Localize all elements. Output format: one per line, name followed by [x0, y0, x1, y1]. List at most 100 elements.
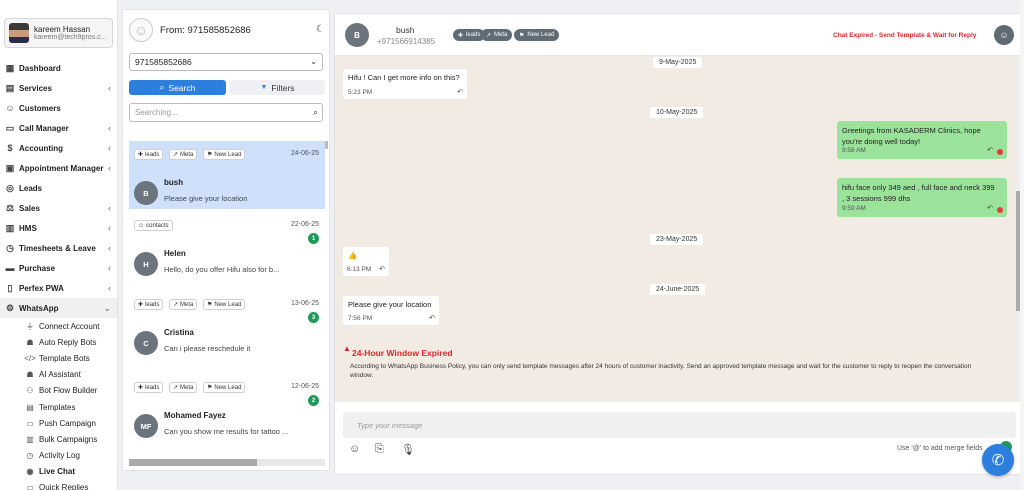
sidebar-subitem-connect-account[interactable]: ⏚ Connect Account	[0, 318, 117, 334]
purchase-icon: ▬	[5, 263, 15, 273]
sidebar-subitem-label: Push Campaign	[39, 418, 96, 428]
leads-icon: ◎	[6, 182, 14, 193]
reply-icon[interactable]: ↶	[429, 314, 435, 322]
customers-icon: ☺	[5, 103, 15, 113]
flag-icon: ⚑	[207, 302, 213, 308]
date-separator: 9-May-2025	[653, 57, 703, 68]
chat-tag: ⚑ New Lead	[203, 299, 246, 310]
message-incoming: Please give your location 7:56 PM ↶	[343, 296, 439, 325]
header-tag-meta: ↗ Meta	[481, 29, 513, 41]
sidebar-item-label: Perfex PWA	[19, 283, 64, 293]
sidebar-subitem-activity-log[interactable]: ◷ Activity Log	[0, 448, 117, 464]
horizontal-scrollbar-thumb[interactable]	[129, 459, 257, 466]
reply-icon[interactable]: ↶	[987, 203, 993, 214]
external-link-icon: ↗	[173, 302, 179, 308]
whatsapp-icon: ⚙	[5, 302, 15, 313]
contact-avatar: B	[345, 23, 369, 47]
sidebar-subitem-template-bots[interactable]: </> Template Bots	[0, 350, 117, 366]
sidebar-item-sales[interactable]: ⚖ Sales ‹	[0, 198, 117, 218]
sidebar-item-accounting[interactable]: $ Accounting ‹	[0, 138, 117, 158]
message-input[interactable]	[343, 412, 1016, 438]
sidebar-item-label: Purchase	[19, 263, 56, 273]
unread-count-badge: 3	[308, 312, 319, 323]
chevron-left-icon: ‹	[108, 223, 111, 233]
chat-last-message: Hello, do you offer Hifu also for b...	[164, 265, 280, 274]
avatar	[9, 23, 29, 43]
message-time: 5:23 PM	[348, 89, 373, 96]
sidebar-item-call-manager[interactable]: ▭ Call Manager ‹	[0, 118, 117, 138]
sidebar-item-appointment-manager[interactable]: ▣ Appointment Manager ‹	[0, 158, 117, 178]
chevron-left-icon: ‹	[108, 163, 111, 173]
microphone-icon[interactable]: 🎙	[401, 443, 415, 456]
sidebar-subitem-ai-assistant[interactable]: ☗ AI Assistant	[0, 367, 117, 383]
horizontal-scrollbar[interactable]	[129, 459, 325, 466]
message-text: Hifu ! Can I get more info on this?	[348, 73, 460, 82]
sidebar-subitem-quick-replies[interactable]: ▭ Quick Replies	[0, 480, 117, 490]
user-plus-icon: ✚	[458, 32, 464, 39]
call-phone-icon[interactable]: ✆	[982, 444, 1014, 476]
sidebar-subitem-auto-reply-bots[interactable]: ☗ Auto Reply Bots	[0, 334, 117, 350]
timesheets-icon: ◷	[6, 242, 14, 253]
chevron-left-icon: ‹	[108, 143, 111, 153]
chat-tag: ↗ Meta	[169, 299, 198, 310]
external-link-icon: ↗	[173, 152, 179, 158]
user-placeholder-icon: ☺	[129, 18, 153, 42]
chat-list-item[interactable]: ✚ leads ↗ Meta ⚑ New Lead 12-06-25 MF Mohamed Fa…	[129, 374, 325, 454]
reply-icon[interactable]: ↶	[987, 145, 993, 156]
chat-list-item[interactable]: ✚ leads ↗ Meta ⚑ New Lead 24-06-25 Bbush Please …	[129, 141, 325, 209]
sidebar-item-purchase[interactable]: ▬ Purchase ‹	[0, 258, 117, 278]
message-incoming: Hifu ! Can I get more info on this? 5:23…	[343, 69, 467, 99]
sidebar-item-perfex-pwa[interactable]: ▯ Perfex PWA ‹	[0, 278, 117, 298]
window-expired-title: 24-Hour Window Expired	[352, 348, 453, 358]
assign-user-button[interactable]: ☺	[994, 25, 1014, 45]
search-magnifier-icon[interactable]: ⌕	[313, 107, 318, 118]
sidebar-item-services[interactable]: ▤ Services ‹	[0, 78, 117, 98]
chat-avatar: C	[134, 331, 158, 355]
emoji-icon[interactable]: ☺	[349, 443, 360, 455]
message-text-line: you're doing well today!	[842, 137, 921, 146]
sidebar-item-label: Dashboard	[19, 63, 61, 73]
attachment-icon[interactable]: ⎘	[375, 443, 384, 456]
chat-list-item[interactable]: ✚ leads ↗ Meta ⚑ New Lead 13-06-25 C Cristina Can…	[129, 291, 325, 371]
message-time: 9:58 AM	[842, 147, 866, 154]
sidebar-subitem-bot-flow-builder[interactable]: ⚇ Bot Flow Builder	[0, 383, 117, 399]
chat-last-message: Please give your location	[164, 194, 248, 203]
user-card[interactable]: kareem Hassan kareem@tech9pros.c...	[4, 18, 113, 48]
sidebar-item-timesheets-leave[interactable]: ◷ Timesheets & Leave ‹	[0, 238, 117, 258]
chat-date: 24-06-25	[290, 150, 319, 157]
search-input[interactable]	[129, 103, 323, 122]
chevron-left-icon: ‹	[108, 283, 111, 293]
message-outgoing: Greetings from KASADERM Clinics, hope yo…	[837, 121, 1007, 159]
page-scrollbar[interactable]	[1020, 0, 1024, 490]
sidebar-item-customers[interactable]: ☺ Customers	[0, 98, 117, 118]
sidebar-subitem-label: Template Bots	[39, 353, 90, 363]
sidebar-subitem-label: Activity Log	[39, 451, 80, 461]
chat-bubbles-icon: ◉	[26, 467, 34, 477]
filters-button-label: Filters	[271, 82, 295, 93]
dark-mode-moon-icon[interactable]: ☾	[316, 24, 325, 35]
sidebar-item-hms[interactable]: ▥ HMS ‹	[0, 218, 117, 238]
sidebar-item-leads[interactable]: ◎ Leads	[0, 178, 117, 198]
sidebar-item-dashboard[interactable]: ▦ Dashboard	[0, 58, 117, 78]
merge-fields-hint: Use '@' to add merge fields	[897, 445, 983, 452]
reply-icon[interactable]: ↶	[457, 88, 463, 96]
search-button[interactable]: ⌕ Search	[129, 80, 226, 95]
list-scrollbar[interactable]	[325, 141, 328, 149]
sidebar-subitem-bulk-campaigns[interactable]: ▥ Bulk Campaigns	[0, 431, 117, 447]
reply-icon[interactable]: ↶	[379, 265, 385, 273]
number-select[interactable]: 971585852686 ⌄	[129, 53, 323, 71]
sidebar-subitem-label: Live Chat	[39, 467, 76, 477]
sidebar-subitem-templates[interactable]: ▤ Templates	[0, 399, 117, 415]
unread-count-badge: 1	[308, 233, 319, 244]
sidebar-subitem-push-campaign[interactable]: ▭ Push Campaign	[0, 415, 117, 431]
sidebar-item-label: Sales	[19, 203, 40, 213]
from-number-label: From: 971585852686	[160, 24, 251, 36]
chat-contact-name: Cristina	[164, 328, 194, 337]
flow-icon: ⚇	[26, 386, 34, 396]
chat-list-item[interactable]: ☺ contacts 22-06-25 H Helen Hello, do you off…	[129, 212, 325, 288]
sidebar-subitem-live-chat[interactable]: ◉ Live Chat	[0, 464, 117, 480]
sidebar-subitem-label: Bot Flow Builder	[39, 386, 98, 396]
filters-button[interactable]: ▼ Filters	[230, 80, 325, 95]
sidebar-item-whatsapp[interactable]: ⚙ WhatsApp ⌄	[0, 298, 117, 318]
history-icon: ◷	[26, 451, 34, 461]
